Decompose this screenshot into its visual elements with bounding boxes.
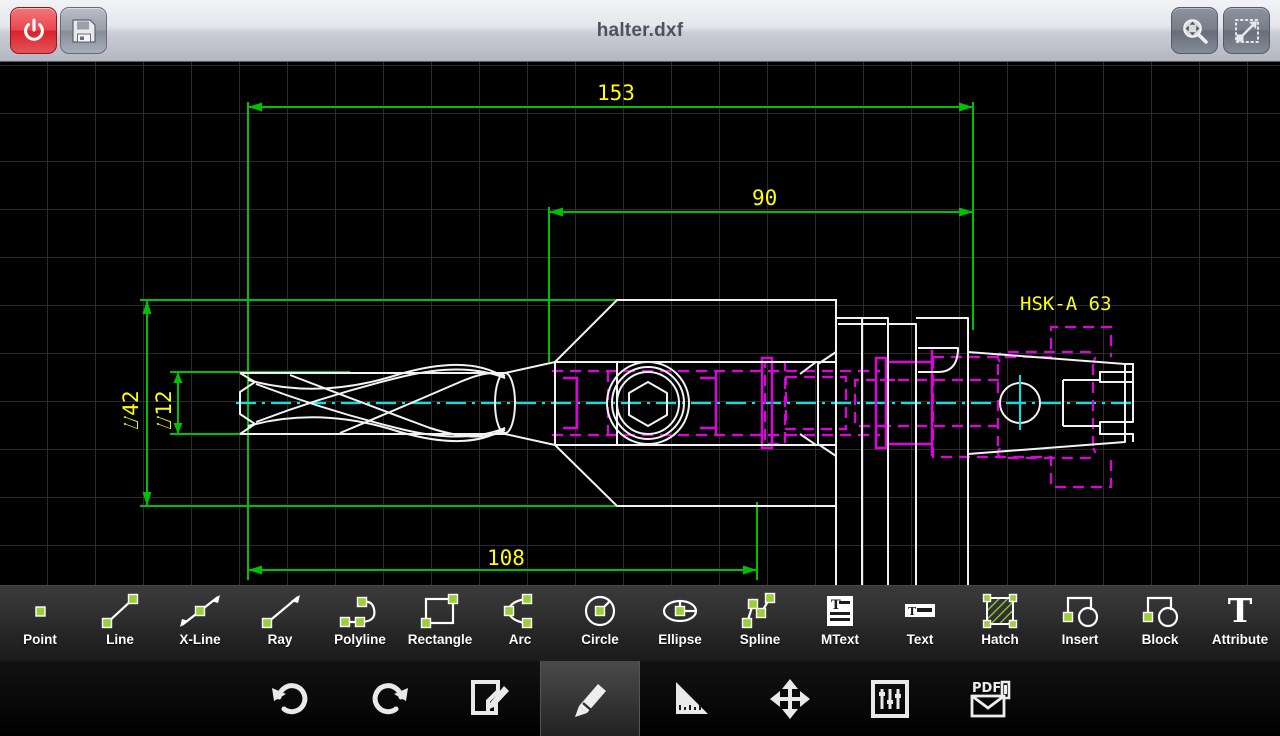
tool-label: Polyline [334,632,386,647]
attribute-icon: T [1212,591,1268,631]
draw-tools-bar: Point Line X-Line Ray Polyline Rectangle… [0,585,1280,661]
pdf-export-button[interactable]: PDF [940,661,1040,736]
pencil-icon [575,683,606,717]
power-button[interactable] [10,7,57,54]
dimension-texts: 153 90 108 ⌰42 ⌰12 HSK-A 63 [119,81,1112,570]
redo-icon [372,682,408,714]
dimension-lines [140,102,974,580]
title-bar: halter.dxf [0,0,1280,62]
tool-insert[interactable]: Insert [1040,586,1120,662]
drawing-canvas[interactable]: 153 90 108 ⌰42 ⌰12 HSK-A 63 [0,62,1280,585]
scale-resize-button[interactable] [1223,7,1270,54]
dimension-text-d12: ⌰12 [152,390,176,429]
pdf-mail-icon: PDF [970,680,1011,717]
tool-label: Text [906,632,934,647]
cad-drawing: 153 90 108 ⌰42 ⌰12 HSK-A 63 [119,81,1134,585]
tool-circle[interactable]: Circle [560,586,640,662]
edit-button[interactable] [440,661,540,736]
tool-hatch[interactable]: Hatch [960,586,1040,662]
undo-icon [272,682,308,714]
arc-icon [492,591,548,631]
ellipse-icon [652,591,708,631]
power-icon [23,18,44,41]
ruler-icon [676,681,708,714]
tool-label: Hatch [981,632,1019,647]
pan-button[interactable] [740,661,840,736]
tool-label: Block [1141,632,1179,647]
redo-button[interactable] [340,661,440,736]
tool-ray[interactable]: Ray [240,586,320,662]
tool-label: X-Line [179,632,221,647]
move-arrows-icon [770,678,810,719]
tool-spline[interactable]: Spline [720,586,800,662]
tool-line[interactable]: Line [80,586,160,662]
measure-button[interactable] [640,661,740,736]
annotation-hsk-a-63: HSK-A 63 [1020,293,1112,315]
rectangle-icon [412,591,468,631]
zoom-extents-icon [1182,18,1208,44]
tool-x-line[interactable]: X-Line [160,586,240,662]
tool-label: Rectangle [407,632,473,647]
settings-button[interactable] [840,661,940,736]
line-icon [92,591,148,631]
sliders-icon [871,679,909,718]
tool-label: Ellipse [658,632,702,647]
text-icon: T [892,591,948,631]
tool-arc[interactable]: Arc [480,586,560,662]
hatch-icon [972,591,1028,631]
mtext-icon: T [812,591,868,631]
tool-rectangle[interactable]: Rectangle [400,586,480,662]
save-button[interactable] [60,7,107,54]
hidden-geometry [552,325,1113,489]
tool-label: Insert [1061,632,1099,647]
polyline-icon [332,591,388,631]
svg-text:T: T [1228,591,1253,630]
dimension-text-153: 153 [597,81,635,105]
draw-button[interactable] [540,661,640,736]
xline-icon [172,591,228,631]
svg-text:T: T [908,605,917,618]
svg-text:PDF: PDF [972,681,1001,696]
cad-app-window: halter.dxf 153 90 108 ⌰42 ⌰12 HSK-A 63 P… [0,0,1280,736]
dimension-text-d42: ⌰42 [119,390,143,429]
svg-text:T: T [831,598,841,613]
ray-icon [252,591,308,631]
dimension-text-90: 90 [752,186,777,210]
tool-mtext[interactable]: T MText [800,586,880,662]
tool-text[interactable]: T Text [880,586,960,662]
undo-button[interactable] [240,661,340,736]
insert-icon [1052,591,1108,631]
circle-icon [572,591,628,631]
tool-label: MText [820,632,859,647]
tool-label: Attribute [1211,632,1269,647]
floppy-disk-icon [71,18,96,43]
dimension-text-108: 108 [487,546,525,570]
tool-point[interactable]: Point [0,586,80,662]
scale-resize-icon [1234,18,1259,43]
tool-label: Point [23,632,57,647]
zoom-extents-button[interactable] [1171,7,1218,54]
tool-block[interactable]: Block [1120,586,1200,662]
window-title: halter.dxf [0,0,1280,62]
action-bar: PDF [0,661,1280,736]
tool-polyline[interactable]: Polyline [320,586,400,662]
hidden-geometry-solid [563,350,934,456]
edit-square-icon [471,679,509,715]
tool-label: Circle [581,632,619,647]
tool-label: Spline [739,632,781,647]
page-title: halter.dxf [596,20,684,41]
block-icon [1132,591,1188,631]
spline-icon [732,591,788,631]
tool-label: Ray [267,632,293,647]
point-icon [12,591,68,631]
tool-ellipse[interactable]: Ellipse [640,586,720,662]
tool-label: Line [106,632,134,647]
tool-label: Arc [508,632,532,647]
tool-attribute[interactable]: T Attribute [1200,586,1280,662]
